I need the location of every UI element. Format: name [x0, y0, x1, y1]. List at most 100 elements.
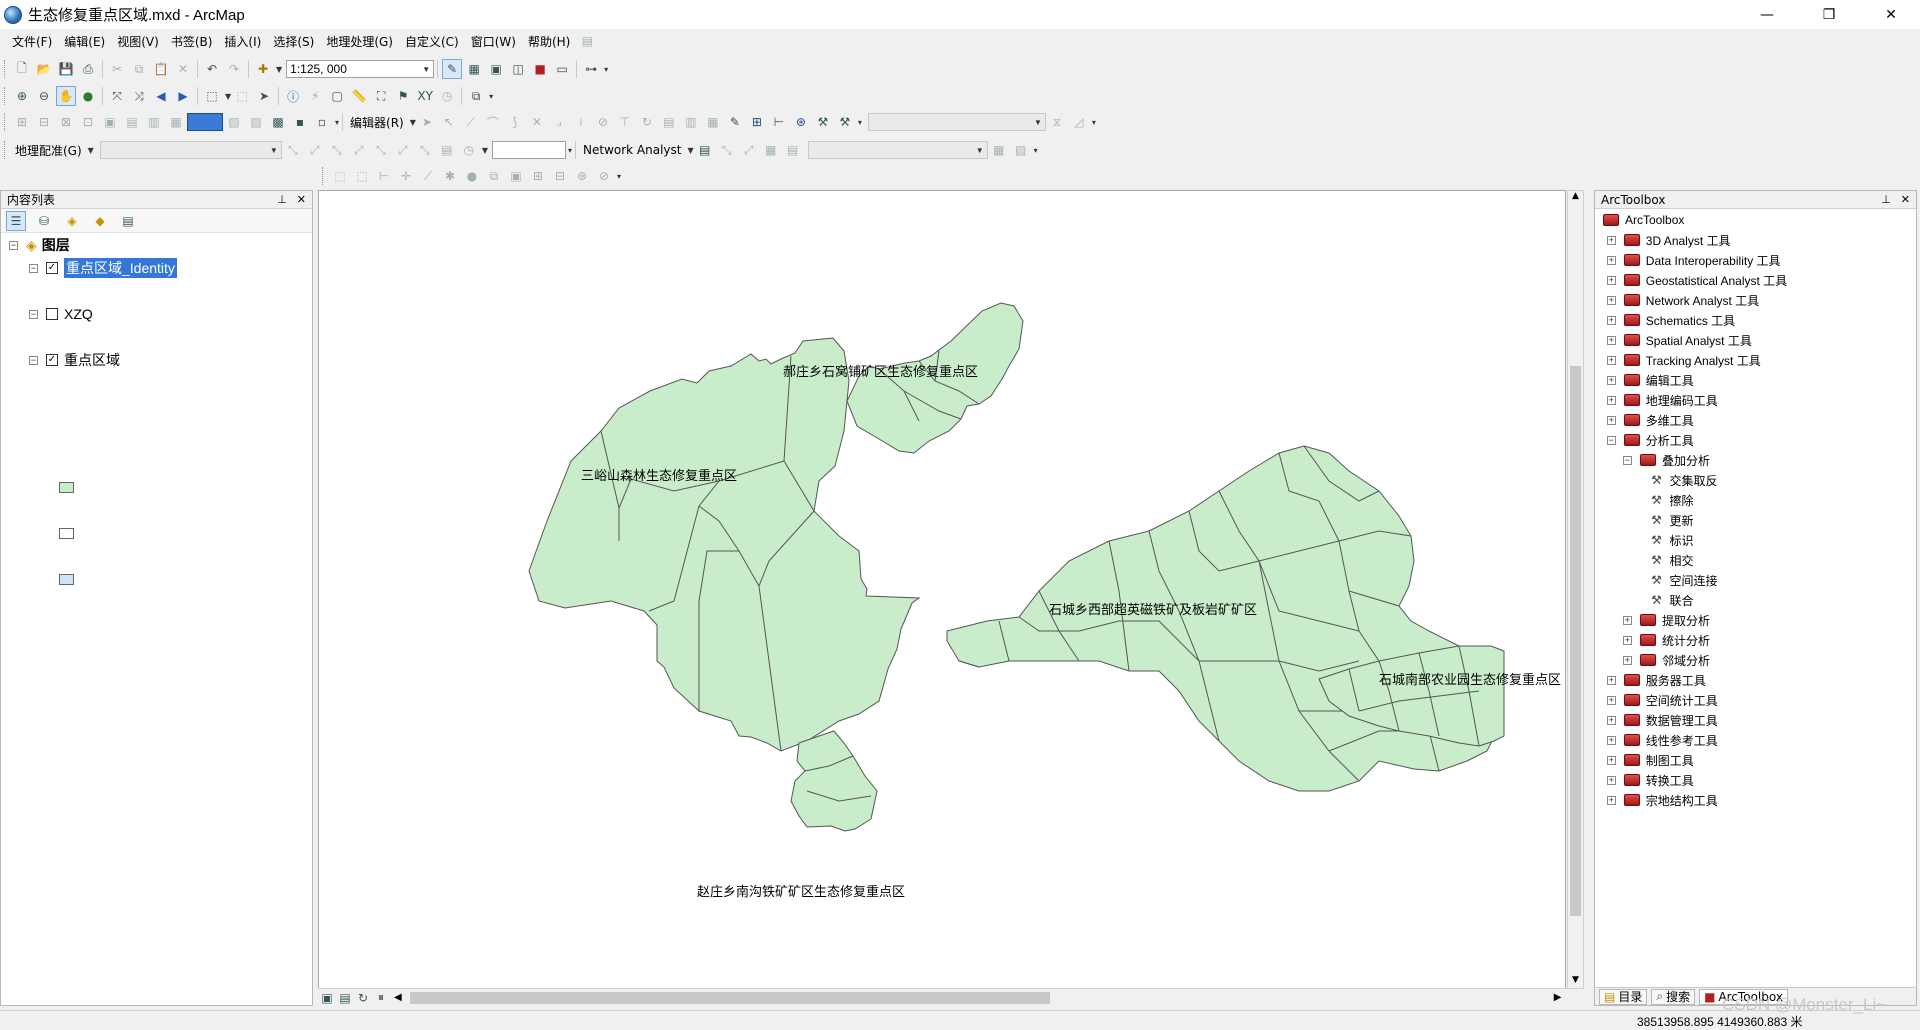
chevron-down-icon[interactable]: ▾ — [335, 118, 339, 127]
snap-tool-icon[interactable]: ⊘ — [594, 166, 614, 186]
network-analyst-menu-label[interactable]: Network Analyst — [579, 143, 685, 157]
toolset-item[interactable]: + 服务器工具 — [1606, 671, 1706, 689]
point-icon[interactable]: ✕ — [527, 112, 547, 132]
network-tool-icon[interactable]: ▦ — [761, 140, 781, 160]
refresh-icon[interactable]: ↻ — [355, 988, 371, 1008]
python-window-icon[interactable]: ▭ — [552, 59, 572, 79]
topology-icon[interactable]: ⊞ — [747, 112, 767, 132]
close-icon[interactable]: ✕ — [297, 193, 306, 206]
layer-name[interactable]: XZQ — [64, 306, 93, 322]
layout-tool-icon[interactable]: ⊡ — [78, 112, 98, 132]
expand-icon[interactable]: + — [1606, 775, 1616, 785]
layer-symbol-swatch[interactable] — [59, 528, 74, 539]
toolset-item[interactable]: + 邻域分析 — [1622, 651, 1710, 669]
toc-options-icon[interactable]: ▤ — [118, 211, 138, 231]
menu-selection[interactable]: 选择(S) — [267, 31, 320, 52]
cut-polygons-icon[interactable]: ⊘ — [593, 112, 613, 132]
identify-icon[interactable]: ⓘ — [283, 86, 303, 106]
expand-icon[interactable]: + — [1606, 275, 1616, 285]
toolbar-grip[interactable] — [322, 167, 326, 185]
cut-icon[interactable]: ✂ — [107, 59, 127, 79]
expand-icon[interactable]: + — [1606, 235, 1616, 245]
toolset-item[interactable]: + Data Interoperability 工具 — [1606, 251, 1781, 269]
network-tool-icon[interactable]: ⤡ — [717, 140, 737, 160]
georeference-menu-label[interactable]: 地理配准(G) — [11, 142, 86, 159]
chevron-down-icon[interactable]: ▾ — [1092, 118, 1096, 127]
toolset-item[interactable]: + Spatial Analyst 工具 — [1606, 331, 1752, 349]
pan-hand-icon[interactable]: ✋ — [56, 86, 76, 106]
chevron-down-icon[interactable]: ▼ — [276, 65, 282, 74]
georef-tool-icon[interactable]: ⤢ — [305, 140, 325, 160]
snap-tool-icon[interactable]: ⊟ — [550, 166, 570, 186]
collapse-icon[interactable]: − — [29, 263, 38, 273]
menu-windows[interactable]: 窗口(W) — [465, 31, 522, 52]
arctoolbox-root[interactable]: ArcToolbox — [1603, 211, 1684, 229]
fixed-zoom-out-icon[interactable]: ⤨ — [129, 86, 149, 106]
snap-tool-icon[interactable]: ⊛ — [572, 166, 592, 186]
snap-tool-icon[interactable]: ⟋ — [418, 166, 438, 186]
network-dataset-combo[interactable]: ▼ — [807, 141, 988, 159]
toolset-item[interactable]: + 空间统计工具 — [1606, 691, 1718, 709]
snap-tool-icon[interactable]: ⬚ — [330, 166, 350, 186]
search-window-icon[interactable]: ◫ — [508, 59, 528, 79]
list-by-visibility-icon[interactable]: ◈ — [62, 211, 82, 231]
tool-item[interactable]: ⚒ 联合 — [1650, 591, 1693, 609]
georef-tool-icon[interactable]: ◷ — [459, 140, 479, 160]
chevron-down-icon[interactable]: ▾ — [489, 92, 493, 101]
hyperlink-icon[interactable]: ⚡ — [305, 86, 325, 106]
tool-hammer-icon[interactable]: ⚒ — [835, 112, 855, 132]
editor-menu-label[interactable]: 编辑器(R) — [346, 114, 408, 131]
tool-hammer-icon[interactable]: ⚒ — [813, 112, 833, 132]
pause-drawing-icon[interactable]: ⏸ — [373, 988, 389, 1008]
map-scale-combo[interactable]: 1:125, 000 ▼ — [286, 60, 435, 78]
catalog-window-icon[interactable]: ▣ — [486, 59, 506, 79]
expand-icon[interactable]: + — [1606, 735, 1616, 745]
network-icon[interactable]: ⊛ — [791, 112, 811, 132]
forward-arrow-icon[interactable]: ▶ — [173, 86, 193, 106]
toolbar-grip[interactable] — [4, 60, 8, 78]
tool-item[interactable]: ⚒ 擦除 — [1650, 491, 1693, 509]
layout-tool-icon[interactable]: ▩ — [268, 112, 288, 132]
zoom-in-icon[interactable]: ⊕ — [12, 86, 32, 106]
measure-bar-icon[interactable]: ⊢ — [769, 112, 789, 132]
menu-edit[interactable]: 编辑(E) — [58, 31, 111, 52]
menu-customize[interactable]: 自定义(C) — [399, 31, 465, 52]
list-by-drawing-order-icon[interactable]: ☰ — [6, 210, 26, 231]
menu-file[interactable]: 文件(F) — [6, 31, 58, 52]
snap-tool-icon[interactable]: ✱ — [440, 166, 460, 186]
expand-icon[interactable]: + — [1606, 335, 1616, 345]
georef-tool-icon[interactable]: ▤ — [437, 140, 457, 160]
layout-tool-icon[interactable]: ⊞ — [12, 112, 32, 132]
scroll-up-icon[interactable]: ▲ — [1568, 191, 1583, 207]
list-by-source-icon[interactable]: ⛁ — [34, 211, 54, 231]
target-layer-combo[interactable]: ▼ — [867, 113, 1046, 131]
toolset-item[interactable]: − 叠加分析 — [1622, 451, 1710, 469]
layer-name[interactable]: 重点区域 — [64, 350, 120, 370]
layout-tool-icon[interactable]: ▧ — [224, 112, 244, 132]
html-popup-icon[interactable]: ▢ — [327, 86, 347, 106]
snap-tool-icon[interactable]: ⊢ — [374, 166, 394, 186]
scroll-left-icon[interactable]: ◀ — [394, 992, 402, 1003]
collapse-icon[interactable]: − — [9, 240, 18, 250]
layout-tool-icon[interactable]: ◿ — [1069, 112, 1089, 132]
network-tool-icon[interactable]: ⤢ — [739, 140, 759, 160]
toolset-item[interactable]: + 编辑工具 — [1606, 371, 1694, 389]
chevron-down-icon[interactable]: ▼ — [225, 92, 231, 101]
add-data-icon[interactable]: ✚ — [253, 59, 273, 79]
menu-bookmarks[interactable]: 书签(B) — [165, 31, 219, 52]
expand-icon[interactable]: + — [1606, 355, 1616, 365]
map-vertical-scrollbar[interactable]: ▲ ▼ — [1567, 190, 1584, 992]
print-icon[interactable]: ⎙ — [78, 59, 98, 79]
expand-icon[interactable]: + — [1622, 655, 1632, 665]
undo-icon[interactable]: ↶ — [202, 59, 222, 79]
tool-item[interactable]: ⚒ 标识 — [1650, 531, 1693, 549]
expand-icon[interactable]: + — [1622, 615, 1632, 625]
expand-icon[interactable]: + — [1606, 755, 1616, 765]
goto-xy-icon[interactable]: XY — [415, 86, 435, 106]
layer-symbol-swatch[interactable] — [59, 482, 74, 493]
chevron-down-icon[interactable]: ▼ — [88, 146, 94, 155]
expand-icon[interactable]: + — [1606, 315, 1616, 325]
toolset-item[interactable]: + Geostatistical Analyst 工具 — [1606, 271, 1787, 289]
tool-item[interactable]: ⚒ 更新 — [1650, 511, 1693, 529]
rotate-icon[interactable]: ↻ — [637, 112, 657, 132]
